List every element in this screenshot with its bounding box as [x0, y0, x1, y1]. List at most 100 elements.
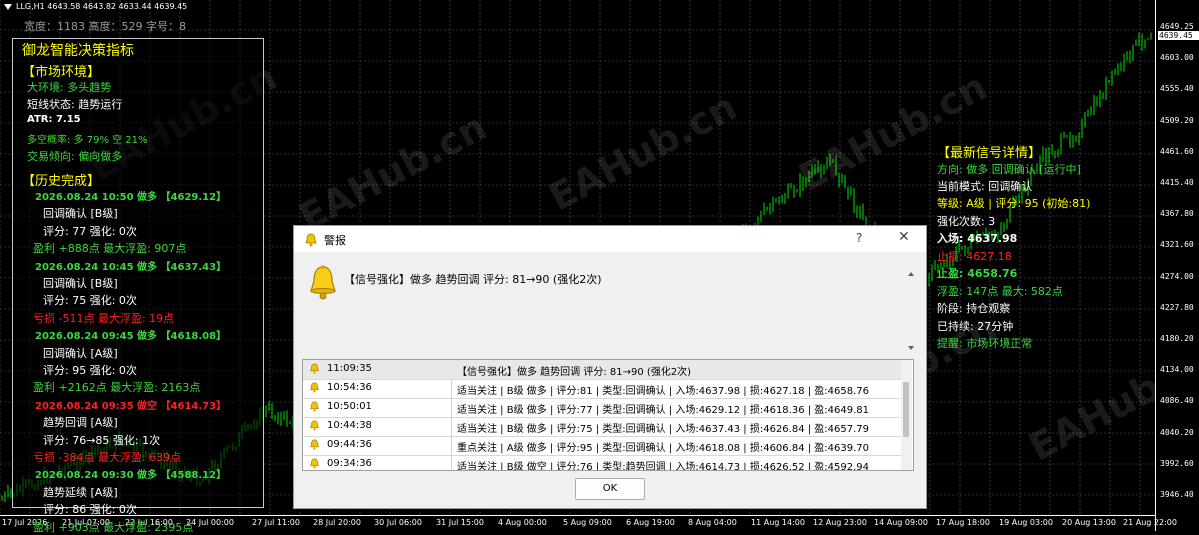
market-big-env: 大环境: 多头趋势 — [27, 81, 112, 94]
trade-bias: 交易倾向: 偏向做多 — [27, 150, 123, 163]
history-result: 亏损 -384点 最大浮盈: 639点 — [33, 451, 182, 464]
signal-entry: 入场: 4637.98 — [937, 232, 1018, 245]
signal-take: 止盈: 4658.76 — [937, 267, 1018, 280]
time-label: 11 Aug 14:00 — [751, 518, 805, 527]
log-time: 09:34:36 — [327, 458, 372, 469]
alert-bell-icon — [306, 264, 340, 306]
log-row[interactable]: 10:44:38 适当关注 | B级 做多 | 评分:75 | 类型:回调确认 |… — [303, 417, 901, 437]
time-label: 5 Aug 09:00 — [563, 518, 612, 527]
time-label: 14 Aug 09:00 — [874, 518, 928, 527]
history-type: 回调确认 [A级] — [43, 347, 118, 360]
history-score: 评分: 76→85 强化: 1次 — [43, 434, 161, 447]
price-label: 4086.40 — [1160, 396, 1194, 405]
price-label: 4180.20 — [1160, 334, 1194, 343]
history-type: 趋势延续 [A级] — [43, 486, 118, 499]
history-head: 2026.08.24 09:35 做空 【4614.73】 — [35, 401, 227, 412]
atr-value: ATR: 7.15 — [27, 114, 81, 125]
bell-icon — [309, 420, 320, 434]
price-label: 3946.40 — [1160, 490, 1194, 499]
symbol-info: LLG,H1 4643.58 4643.82 4633.44 4639.45 — [4, 2, 187, 11]
log-message: 适当关注 | B级 做多 | 评分:81 | 类型:回调确认 | 入场:4637… — [457, 386, 870, 397]
price-label: 4415.40 — [1160, 178, 1194, 187]
dialog-title: 警报 — [324, 234, 346, 247]
help-button[interactable]: ? — [856, 231, 862, 245]
time-label: 31 Jul 15:00 — [436, 518, 484, 527]
alert-message: 【信号强化】做多 趋势回调 评分: 81→90 (强化2次) — [344, 273, 602, 286]
history-type: 回调确认 [B级] — [43, 207, 118, 220]
market-short-state: 短线状态: 趋势运行 — [27, 98, 123, 111]
history-head: 2026.08.24 10:50 做多 【4629.12】 — [35, 192, 227, 203]
history-result: 亏损 -511点 最大浮盈: 19点 — [33, 312, 175, 325]
signal-direction: 方向: 做多 回调确认 [运行中] — [937, 163, 1081, 176]
time-label: 17 Aug 18:00 — [936, 518, 990, 527]
bell-icon — [309, 401, 320, 415]
size-info: 宽度：1183 高度：529 字号：8 — [24, 20, 186, 33]
price-label: 4509.20 — [1160, 116, 1194, 125]
price-label: 4040.20 — [1160, 428, 1194, 437]
history-head: 2026.08.24 09:45 做多 【4618.08】 — [35, 331, 227, 342]
history-result: 盈利 +2162点 最大浮盈: 2163点 — [33, 381, 201, 394]
alert-log-list[interactable]: 11:09:35 【信号强化】做多 趋势回调 评分: 81→90 (强化2次) 10… — [302, 359, 914, 471]
log-time: 10:44:38 — [327, 420, 372, 431]
history-score: 评分: 95 强化: 0次 — [43, 364, 137, 377]
history-result: 盈利 +903点 最大浮盈: 2395点 — [33, 521, 194, 534]
log-row[interactable]: 09:34:36 适当关注 | B级 做空 | 评分:76 | 类型:趋势回调 |… — [303, 455, 901, 471]
price-label: 4134.00 — [1160, 365, 1194, 374]
signal-mode: 当前模式: 回调确认 — [937, 180, 1033, 193]
history-score: 评分: 75 强化: 0次 — [43, 294, 137, 307]
current-price-tag: 4639.45 — [1158, 31, 1199, 40]
log-time: 10:50:01 — [327, 401, 372, 412]
price-label: 4555.40 — [1160, 84, 1194, 93]
history-score: 评分: 86 强化: 0次 — [43, 503, 137, 516]
history-header: 【历史完成】 — [22, 174, 101, 189]
signal-stop: 止损: 4627.18 — [937, 250, 1012, 263]
time-label: 12 Aug 23:00 — [813, 518, 867, 527]
time-label: 28 Jul 20:00 — [313, 518, 361, 527]
bell-icon — [309, 363, 320, 377]
signal-grade: 等级: A级 | 评分: 95 (初始:81) — [937, 197, 1091, 210]
log-time: 11:09:35 — [327, 363, 372, 374]
price-axis[interactable]: 4649.25 4603.00 4555.40 4509.20 4461.60 4415.… — [1155, 0, 1199, 531]
price-label: 4321.60 — [1160, 240, 1194, 249]
time-label: 6 Aug 19:00 — [626, 518, 675, 527]
alert-dialog[interactable]: 警报 ? ✕ 【信号强化】做多 趋势回调 评分: 81→90 (强化2次) 11… — [293, 225, 927, 509]
dialog-titlebar[interactable]: 警报 ? ✕ — [294, 226, 926, 252]
log-row[interactable]: 10:54:36 适当关注 | B级 做多 | 评分:81 | 类型:回调确认 |… — [303, 379, 901, 399]
probability: 多空概率: 多 79% 空 21% — [27, 135, 148, 146]
scrollbar-thumb[interactable] — [903, 382, 909, 437]
price-label: 4461.60 — [1160, 147, 1194, 156]
close-button[interactable]: ✕ — [898, 229, 910, 245]
log-scrollbar[interactable] — [901, 360, 912, 470]
log-message: 【信号强化】做多 趋势回调 评分: 81→90 (强化2次) — [457, 367, 692, 378]
log-message: 适当关注 | B级 做空 | 评分:76 | 类型:趋势回调 | 入场:4614… — [457, 462, 870, 471]
signal-strengthen: 强化次数: 3 — [937, 215, 996, 228]
symbol-info-text: LLG,H1 4643.58 4643.82 4633.44 4639.45 — [16, 2, 188, 11]
bell-icon — [304, 232, 318, 251]
price-label: 4649.25 — [1160, 22, 1194, 31]
time-label: 19 Aug 03:00 — [999, 518, 1053, 527]
history-head: 2026.08.24 10:45 做多 【4637.43】 — [35, 262, 227, 273]
time-label: 30 Jul 06:00 — [374, 518, 422, 527]
log-time: 09:44:36 — [327, 439, 372, 450]
log-row[interactable]: 10:50:01 适当关注 | B级 做多 | 评分:77 | 类型:回调确认 |… — [303, 398, 901, 418]
time-label: 27 Jul 11:00 — [252, 518, 300, 527]
price-label: 4367.80 — [1160, 209, 1194, 218]
market-header: 【市场环境】 — [22, 65, 101, 80]
time-label: 8 Aug 04:00 — [688, 518, 737, 527]
price-label: 4274.00 — [1160, 272, 1194, 281]
history-score: 评分: 77 强化: 0次 — [43, 225, 137, 238]
indicator-title: 御龙智能决策指标 — [22, 43, 134, 59]
bell-icon — [309, 458, 320, 470]
dropdown-arrow-icon[interactable] — [4, 3, 12, 10]
message-scrollbar[interactable] — [905, 270, 917, 352]
log-message: 适当关注 | B级 做多 | 评分:77 | 类型:回调确认 | 入场:4629… — [457, 405, 870, 416]
history-type: 趋势回调 [A级] — [43, 416, 118, 429]
price-label: 3992.60 — [1160, 459, 1194, 468]
price-label: 4227.80 — [1160, 303, 1194, 312]
log-row[interactable]: 09:44:36 重点关注 | A级 做多 | 评分:95 | 类型:回调确认 |… — [303, 436, 901, 456]
ok-button[interactable]: OK — [575, 478, 645, 500]
signal-duration: 已持续: 27分钟 — [937, 320, 1014, 333]
history-type: 回调确认 [B级] — [43, 277, 118, 290]
log-row[interactable]: 11:09:35 【信号强化】做多 趋势回调 评分: 81→90 (强化2次) — [303, 360, 901, 380]
time-label: 4 Aug 00:00 — [498, 518, 547, 527]
